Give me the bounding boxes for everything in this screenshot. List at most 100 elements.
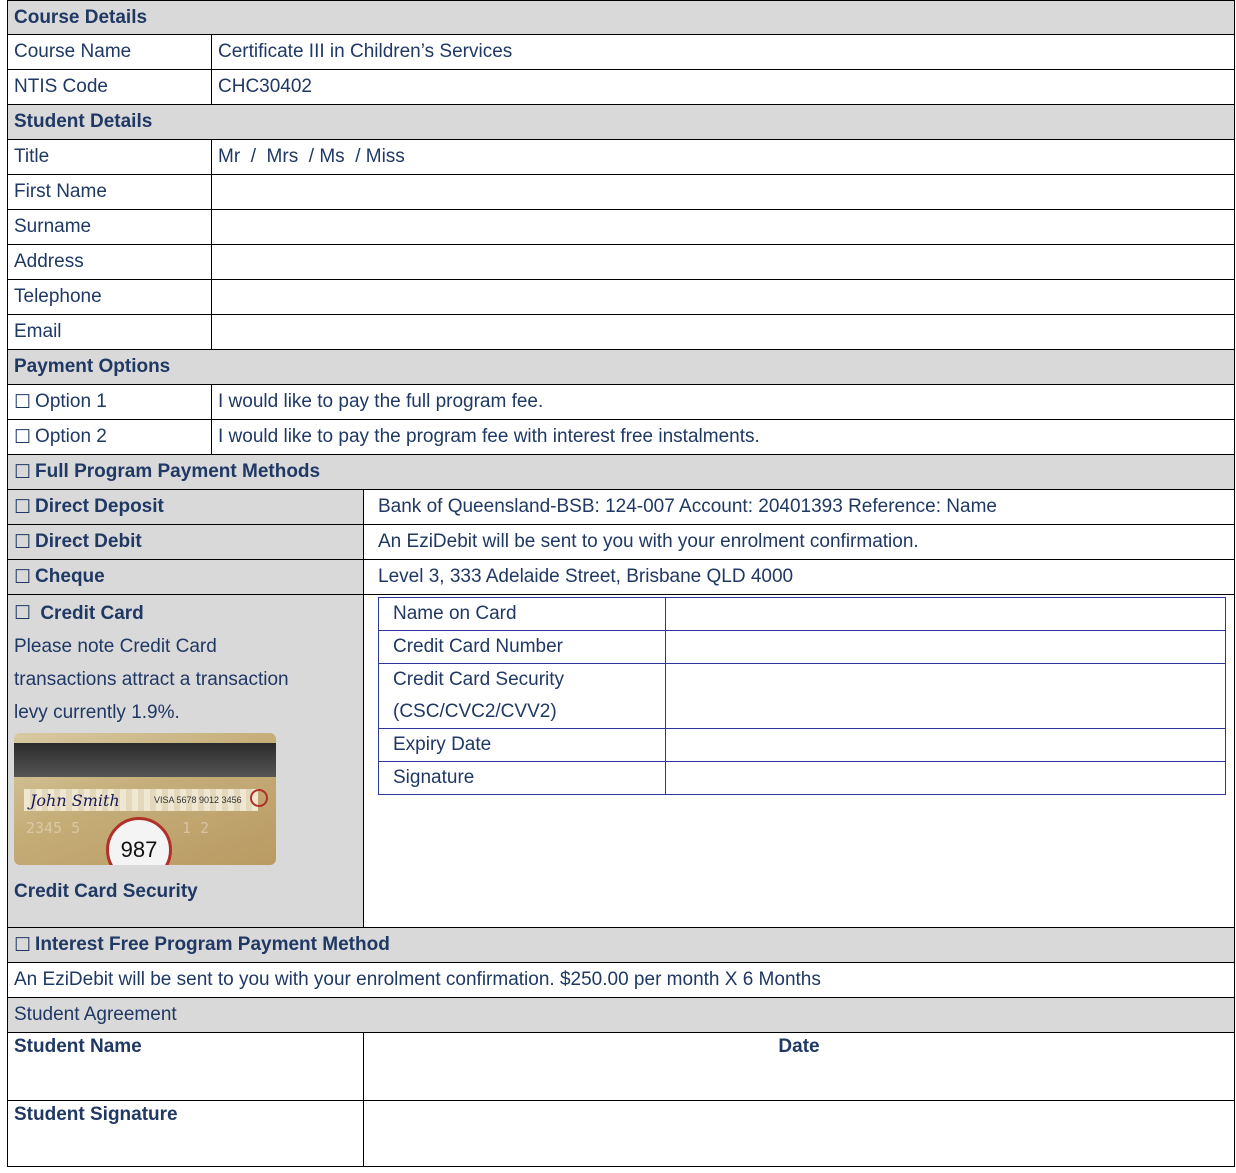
interest-free-text-row: An EziDebit will be sent to you with you… bbox=[7, 963, 1235, 998]
cheque-details: Level 3, 333 Adelaide Street, Brisbane Q… bbox=[363, 560, 1234, 594]
option-1-row: ☐ Option 1 I would like to pay the full … bbox=[7, 385, 1235, 420]
security-code-magnifier: 987 bbox=[106, 817, 172, 865]
credit-card-label: Credit Card bbox=[40, 603, 144, 624]
card-number-field[interactable] bbox=[665, 630, 1226, 664]
checkbox-icon[interactable]: ☐ bbox=[14, 426, 31, 449]
checkbox-icon[interactable]: ☐ bbox=[14, 934, 31, 957]
address-row: Address bbox=[7, 245, 1235, 280]
option-1-text: I would like to pay the full program fee… bbox=[211, 385, 1234, 419]
table-row: Name on Card bbox=[378, 597, 1226, 631]
student-signature-row: Student Signature bbox=[7, 1101, 1235, 1167]
student-details-header-row: Student Details bbox=[7, 105, 1235, 140]
surname-row: Surname bbox=[7, 210, 1235, 245]
full-methods-header[interactable]: ☐ Full Program Payment Methods bbox=[8, 455, 1234, 489]
first-name-field[interactable] bbox=[211, 175, 1234, 209]
checkbox-icon[interactable]: ☐ bbox=[14, 531, 31, 554]
title-label: Title bbox=[14, 146, 50, 167]
full-methods-title: Full Program Payment Methods bbox=[35, 461, 321, 482]
credit-card-info: ☐ Credit Card Please note Credit Card tr… bbox=[8, 595, 363, 927]
cheque-row: ☐ Cheque Level 3, 333 Adelaide Street, B… bbox=[7, 560, 1235, 595]
email-row: Email bbox=[7, 315, 1235, 350]
name-on-card-field[interactable] bbox=[665, 597, 1226, 631]
card-security-label-line-1: Credit Card Security bbox=[393, 669, 565, 690]
credit-card-note-line-3: levy currently 1.9%. bbox=[14, 702, 180, 723]
interest-free-header[interactable]: ☐ Interest Free Program Payment Method bbox=[8, 928, 1234, 962]
card-security-label-line-2: (CSC/CVC2/CVV2) bbox=[393, 701, 557, 722]
direct-deposit-details: Bank of Queensland-BSB: 124-007 Account:… bbox=[363, 490, 1234, 524]
name-on-card-label: Name on Card bbox=[378, 597, 666, 631]
payment-options-header: Payment Options bbox=[8, 350, 1234, 384]
card-number-label: Credit Card Number bbox=[378, 630, 666, 664]
expiry-date-field[interactable] bbox=[665, 728, 1226, 762]
student-signature-field[interactable] bbox=[363, 1101, 1234, 1166]
enrolment-form: Course Details Course Name Certificate I… bbox=[7, 0, 1235, 1167]
direct-deposit-option[interactable]: ☐ Direct Deposit bbox=[8, 490, 363, 524]
checkbox-icon[interactable]: ☐ bbox=[14, 496, 31, 519]
direct-debit-option[interactable]: ☐ Direct Debit bbox=[8, 525, 363, 559]
course-details-header-row: Course Details bbox=[7, 0, 1235, 35]
interest-free-title: Interest Free Program Payment Method bbox=[35, 934, 390, 955]
course-name-value: Certificate III in Children’s Services bbox=[211, 35, 1234, 69]
direct-deposit-row: ☐ Direct Deposit Bank of Queensland-BSB:… bbox=[7, 490, 1235, 525]
table-row: Expiry Date bbox=[378, 728, 1226, 762]
title-row: Title Mr / Mrs / Ms / Miss bbox=[7, 140, 1235, 175]
option-2-checkbox[interactable]: ☐ Option 2 bbox=[8, 420, 211, 454]
code-highlight-ring bbox=[250, 789, 268, 807]
full-methods-header-row: ☐ Full Program Payment Methods bbox=[7, 455, 1235, 490]
ntis-code-label: NTIS Code bbox=[14, 76, 108, 97]
address-label: Address bbox=[14, 251, 84, 272]
embossed-digits: 2345 5 bbox=[26, 819, 81, 837]
embossed-digits: 1 2 bbox=[182, 819, 210, 837]
credit-card-row: ☐ Credit Card Please note Credit Card tr… bbox=[7, 595, 1235, 928]
student-agreement-header-row: Student Agreement bbox=[7, 998, 1235, 1033]
telephone-field[interactable] bbox=[211, 280, 1234, 314]
card-security-field[interactable] bbox=[665, 663, 1226, 729]
first-name-label: First Name bbox=[14, 181, 107, 202]
interest-free-text: An EziDebit will be sent to you with you… bbox=[14, 969, 821, 990]
date-label[interactable]: Date bbox=[363, 1033, 1234, 1100]
cheque-option[interactable]: ☐ Cheque bbox=[8, 560, 363, 594]
option-1-label: Option 1 bbox=[35, 391, 107, 412]
strip-number: VISA 5678 9012 3456 bbox=[154, 795, 242, 805]
ntis-code-row: NTIS Code CHC30402 bbox=[7, 70, 1235, 105]
student-signature-label: Student Signature bbox=[14, 1104, 178, 1125]
email-field[interactable] bbox=[211, 315, 1234, 349]
option-2-row: ☐ Option 2 I would like to pay the progr… bbox=[7, 420, 1235, 455]
email-label: Email bbox=[14, 321, 62, 342]
credit-card-option[interactable]: ☐ Credit Card bbox=[14, 597, 144, 630]
direct-debit-row: ☐ Direct Debit An EziDebit will be sent … bbox=[7, 525, 1235, 560]
direct-debit-details: An EziDebit will be sent to you with you… bbox=[363, 525, 1234, 559]
card-signature: John Smith bbox=[30, 791, 120, 810]
course-name-label: Course Name bbox=[14, 41, 132, 62]
address-field[interactable] bbox=[211, 245, 1234, 279]
table-row: Credit Card Number bbox=[378, 630, 1226, 664]
title-options[interactable]: Mr / Mrs / Ms / Miss bbox=[211, 140, 1234, 174]
surname-field[interactable] bbox=[211, 210, 1234, 244]
credit-card-security-caption: Credit Card Security bbox=[14, 881, 198, 902]
card-security-label: Credit Card Security (CSC/CVC2/CVV2) bbox=[378, 663, 666, 729]
student-details-header: Student Details bbox=[8, 105, 1234, 139]
checkbox-icon[interactable]: ☐ bbox=[14, 461, 31, 484]
signature-label: Signature bbox=[378, 761, 666, 795]
interest-free-header-row: ☐ Interest Free Program Payment Method bbox=[7, 928, 1235, 963]
checkbox-icon[interactable]: ☐ bbox=[14, 391, 31, 414]
credit-card-note-line-2: transactions attract a transaction bbox=[14, 669, 289, 690]
course-details-header: Course Details bbox=[8, 1, 1234, 34]
telephone-label: Telephone bbox=[14, 286, 102, 307]
student-name-row: Student Name Date bbox=[7, 1033, 1235, 1101]
checkbox-icon[interactable]: ☐ bbox=[14, 566, 31, 589]
option-1-checkbox[interactable]: ☐ Option 1 bbox=[8, 385, 211, 419]
credit-card-fields: Name on Card Credit Card Number Credit C… bbox=[363, 595, 1234, 927]
student-name-label: Student Name bbox=[14, 1036, 142, 1057]
card-security-image: John Smith VISA 5678 9012 3456 2345 5 1 … bbox=[14, 733, 276, 865]
ntis-code-value: CHC30402 bbox=[211, 70, 1234, 104]
signature-field[interactable] bbox=[665, 761, 1226, 795]
magnetic-stripe bbox=[14, 743, 276, 777]
checkbox-icon[interactable]: ☐ bbox=[14, 603, 31, 624]
table-row: Credit Card Security (CSC/CVC2/CVV2) bbox=[378, 663, 1226, 729]
payment-options-header-row: Payment Options bbox=[7, 350, 1235, 385]
credit-card-table: Name on Card Credit Card Number Credit C… bbox=[378, 597, 1226, 795]
expiry-date-label: Expiry Date bbox=[378, 728, 666, 762]
direct-debit-label: Direct Debit bbox=[35, 531, 142, 552]
telephone-row: Telephone bbox=[7, 280, 1235, 315]
